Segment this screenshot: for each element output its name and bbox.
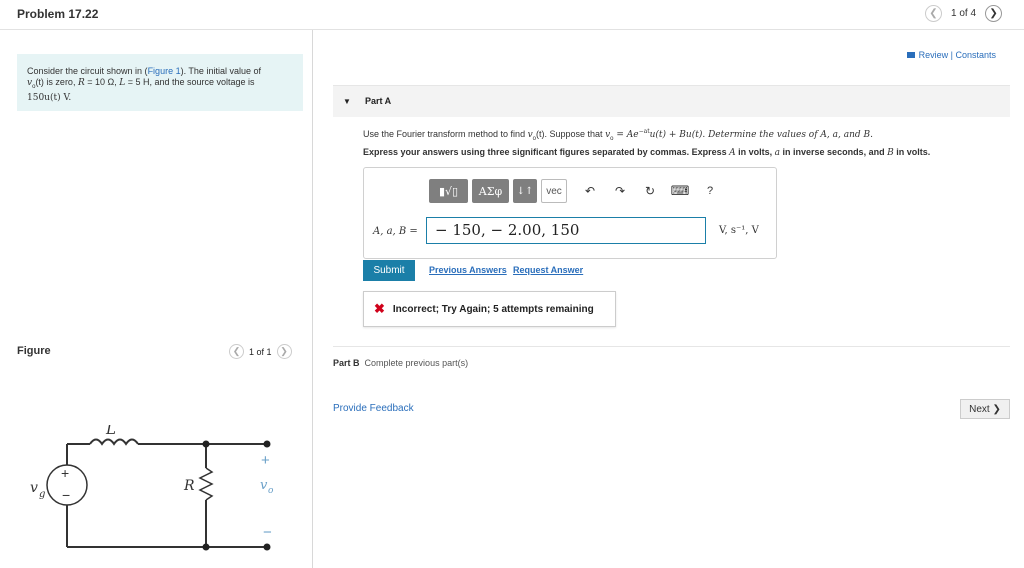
inductor-label: L [105, 425, 116, 438]
part-a-question: Use the Fourier transform method to find… [363, 128, 873, 142]
question-text-4: A, a, and B. [820, 130, 873, 140]
source-label: v [30, 480, 38, 496]
instruction-text-2: in volts, [735, 147, 775, 157]
prev-figure-button[interactable]: ❮ [229, 344, 244, 359]
instruction-text-4: in volts. [893, 147, 931, 157]
redo-icon[interactable]: ↷ [609, 180, 631, 202]
problem-intro: Consider the circuit shown in (Figure 1)… [17, 54, 303, 111]
feedback-text: Incorrect; Try Again; 5 attempts remaini… [392, 303, 594, 315]
submit-button[interactable]: Submit [363, 260, 415, 281]
figure-pager: ❮ 1 of 1 ❯ [229, 344, 292, 359]
header-bar: Problem 17.22 ❮ 1 of 4 ❯ [0, 0, 1024, 30]
figure-link[interactable]: Figure 1 [148, 66, 181, 76]
right-pane: Review | Constants ▼ Part A Use the Four… [314, 30, 1024, 568]
problem-title: Problem 17.22 [17, 7, 99, 21]
answer-input[interactable]: − 150, − 2.00, 150 [426, 217, 706, 244]
next-problem-button[interactable]: ❯ [985, 5, 1003, 22]
reset-icon[interactable]: ↻ [639, 180, 661, 202]
math-toolbar: ▮√▯ ΑΣφ ↓↑ vec ↶ ↷ ↻ ⌨ ? [429, 179, 721, 203]
question-text-2: (t). Suppose that [536, 129, 606, 139]
question-text-1: Use the Fourier transform method to find [363, 129, 528, 139]
intro-text-5: = 5 H, and the source voltage is [125, 77, 255, 87]
chevron-right-icon: ❯ [989, 8, 998, 19]
terminal-top [263, 440, 271, 448]
chevron-left-icon: ❮ [929, 8, 938, 19]
previous-answers-link[interactable]: Previous Answers [429, 265, 507, 275]
question-text-3: u(t) + Bu(t). Determine the values of [649, 130, 821, 140]
node-dot [202, 543, 210, 551]
greek-symbols-button[interactable]: ΑΣφ [472, 179, 509, 203]
instruction-text-1: Express your answers using three signifi… [363, 147, 730, 157]
provide-feedback-link[interactable]: Provide Feedback [333, 403, 414, 414]
part-a-header[interactable]: ▼ Part A [333, 85, 1010, 117]
sort-button[interactable]: ↓↑ [513, 179, 537, 203]
keyboard-icon[interactable]: ⌨ [669, 180, 691, 202]
output-minus: − [263, 524, 272, 541]
feedback-message: ✖ Incorrect; Try Again; 5 attempts remai… [363, 291, 616, 327]
figure-pager-text: 1 of 1 [249, 346, 272, 357]
intro-var-R: R [77, 78, 85, 88]
chevron-left-icon: ❮ [232, 346, 241, 356]
intro-text-4: = 10 Ω, [84, 77, 120, 87]
answer-label: A, a, B = [373, 226, 418, 237]
review-label: Review | Constants [918, 50, 996, 60]
next-figure-button[interactable]: ❯ [276, 344, 292, 359]
part-a-instruction: Express your answers using three signifi… [363, 147, 930, 158]
problem-pager: ❮ 1 of 4 ❯ [925, 5, 1003, 22]
intro-source: 150u(t) V. [27, 92, 72, 103]
caret-down-icon: ▼ [343, 97, 351, 106]
help-icon[interactable]: ? [699, 180, 721, 202]
source-plus: + [61, 465, 69, 481]
node-dot [202, 440, 210, 448]
question-eq-rhs: = Ae [613, 130, 639, 140]
incorrect-icon: ✖ [374, 301, 385, 316]
part-b-text: Complete previous part(s) [364, 358, 469, 368]
prev-problem-button[interactable]: ❮ [925, 5, 942, 22]
part-b-header: Part B Complete previous part(s) [333, 346, 1010, 368]
templates-button[interactable]: ▮√▯ [429, 179, 468, 203]
resistor-label: R [183, 478, 195, 494]
source-minus: − [62, 487, 70, 503]
left-pane: Consider the circuit shown in (Figure 1)… [0, 30, 313, 568]
problem-pager-text: 1 of 4 [951, 8, 977, 19]
answer-label-text: A, a, B = [373, 226, 418, 237]
inductor-symbol [89, 438, 139, 446]
answer-box: ▮√▯ ΑΣφ ↓↑ vec ↶ ↷ ↻ ⌨ ? A, a, B = − 150… [363, 167, 777, 259]
instruction-text-3: in inverse seconds, and [780, 147, 888, 157]
review-constants-link[interactable]: Review | Constants [906, 50, 996, 60]
terminal-bottom [263, 543, 271, 551]
output-subscript: o [268, 486, 274, 496]
output-label: v [260, 478, 268, 493]
circuit-diagram: + − v g L R v o + − [30, 425, 274, 551]
part-a-label: Part A [365, 96, 392, 106]
part-b-label: Part B [333, 358, 360, 368]
intro-text-2: ). The initial value of [180, 66, 261, 76]
next-button[interactable]: Next ❯ [960, 399, 1010, 419]
review-icon [906, 52, 915, 58]
source-subscript: g [39, 489, 45, 500]
undo-icon[interactable]: ↶ [579, 180, 601, 202]
intro-text-3: (t) is zero, [35, 77, 78, 87]
instruction-var-B: B [887, 148, 894, 158]
chevron-right-icon: ❯ [280, 346, 288, 356]
vector-button[interactable]: vec [541, 179, 567, 203]
request-answer-link[interactable]: Request Answer [513, 265, 583, 275]
resistor-symbol [198, 467, 214, 501]
question-exponent: −at [638, 128, 650, 135]
figure-label: Figure [17, 345, 51, 357]
output-plus: + [261, 452, 270, 469]
intro-text-1: Consider the circuit shown in ( [27, 66, 148, 76]
answer-units: V, s⁻¹, V [719, 225, 759, 236]
